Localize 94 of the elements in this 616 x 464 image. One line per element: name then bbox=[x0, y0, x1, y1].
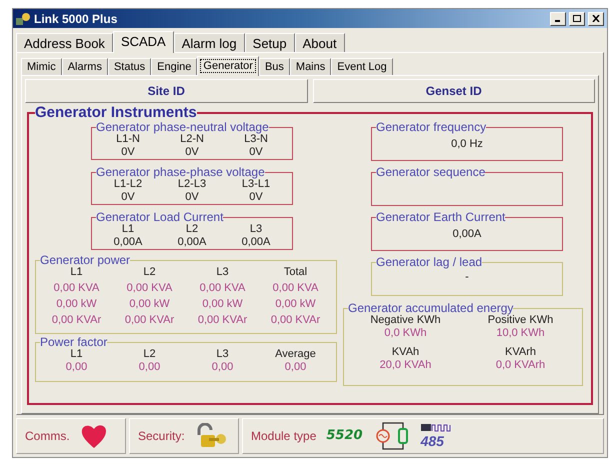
group-title: Generator phase-neutral voltage bbox=[96, 121, 269, 133]
comms-label: Comms. bbox=[25, 428, 70, 445]
column-header: L2 bbox=[142, 348, 157, 361]
power-value: 0,00 KVAr bbox=[124, 314, 176, 327]
group-title: Generator Earth Current bbox=[376, 211, 506, 223]
id-button[interactable]: Site ID bbox=[25, 79, 308, 103]
module-type-label: Module type bbox=[251, 428, 316, 445]
waveform-icon bbox=[420, 423, 453, 433]
sub-tab[interactable]: Alarms bbox=[62, 58, 108, 75]
phase-value: 0,00A bbox=[114, 236, 142, 249]
main-tab[interactable]: About bbox=[294, 33, 345, 52]
phase-value: 0,00A bbox=[178, 236, 206, 249]
sub-tab[interactable]: Mains bbox=[290, 58, 332, 75]
column-header: L1 bbox=[69, 348, 84, 361]
group-title: Generator frequency bbox=[376, 121, 486, 133]
group-title: Generator Load Current bbox=[96, 211, 224, 223]
protocol-label: 485 bbox=[420, 433, 444, 449]
power-value: 0,00 kW bbox=[55, 298, 98, 311]
phase-label: L1-L2 bbox=[114, 178, 142, 191]
power-factor-value: 0,00 bbox=[138, 361, 162, 374]
group-title: Generator accumulated energy bbox=[348, 302, 514, 314]
minimize-button[interactable] bbox=[550, 12, 566, 26]
window-title: Link 5000 Plus bbox=[34, 10, 118, 28]
power-value: 0,00 KVAr bbox=[270, 314, 322, 327]
phase-label: L2 bbox=[186, 223, 198, 236]
phase-value: 0V bbox=[121, 146, 135, 159]
phase-label: L2-N bbox=[180, 133, 204, 146]
id-button[interactable]: Genset ID bbox=[312, 79, 595, 103]
phase-label: L2-L3 bbox=[178, 178, 206, 191]
power-value: 0,00 KVAr bbox=[196, 314, 248, 327]
column-header: L2 bbox=[142, 266, 157, 279]
close-icon bbox=[592, 15, 600, 22]
group-title: Generator sequence bbox=[376, 166, 486, 178]
phase-label: L3 bbox=[250, 223, 262, 236]
maximize-icon bbox=[573, 15, 581, 22]
column-header: L1 bbox=[69, 266, 84, 279]
reading-value: 0,0 Hz bbox=[451, 138, 483, 151]
heart-icon bbox=[80, 423, 108, 449]
power-value: 0,00 KVAr bbox=[50, 314, 102, 327]
group-title: Generator power bbox=[40, 254, 130, 266]
power-factor-value: 0,00 bbox=[64, 361, 88, 374]
energy-value: 20,0 KVAh bbox=[380, 359, 432, 372]
power-value: 0,00 kW bbox=[274, 298, 317, 311]
phase-value: 0V bbox=[249, 191, 263, 204]
column-header: Total bbox=[282, 266, 308, 279]
sub-tab[interactable]: Event Log bbox=[331, 58, 393, 75]
sub-tab[interactable]: Engine bbox=[151, 58, 198, 75]
module-number: 5520 bbox=[326, 427, 363, 446]
phase-value: 0V bbox=[185, 146, 199, 159]
main-tab[interactable]: Address Book bbox=[16, 33, 113, 52]
main-tab[interactable]: Alarm log bbox=[174, 33, 245, 52]
sub-tab[interactable]: Status bbox=[108, 58, 152, 75]
group-title: Generator lag / lead bbox=[376, 256, 482, 268]
phase-value: 0V bbox=[121, 191, 135, 204]
column-header: L3 bbox=[215, 266, 230, 279]
main-tab[interactable]: SCADA bbox=[112, 31, 174, 53]
energy-value: 0,0 KVArh bbox=[496, 359, 546, 372]
power-value: 0,00 KVA bbox=[198, 282, 246, 295]
phase-label: L1 bbox=[122, 223, 134, 236]
power-value: 0,00 KVA bbox=[126, 282, 174, 295]
energy-value: 0,0 KWh bbox=[384, 327, 427, 340]
sub-tab[interactable]: Mimic bbox=[21, 58, 62, 75]
phase-label: L3-L1 bbox=[242, 178, 270, 191]
reading-value: 0,00A bbox=[452, 228, 482, 241]
power-value: 0,00 KVA bbox=[272, 282, 320, 295]
power-value: 0,00 KVA bbox=[52, 282, 100, 295]
maximize-button[interactable] bbox=[569, 12, 585, 26]
energy-label: Negative KWh bbox=[370, 314, 441, 327]
instruments-title: Generator Instruments bbox=[35, 105, 197, 121]
phase-value: 0,00A bbox=[242, 236, 270, 249]
energy-label: Positive KWh bbox=[488, 314, 554, 327]
energy-label: KVArh bbox=[505, 346, 536, 359]
close-button[interactable] bbox=[588, 12, 604, 26]
phase-label: L3-N bbox=[244, 133, 268, 146]
phase-value: 0V bbox=[249, 146, 263, 159]
sub-tab[interactable]: Generator bbox=[197, 56, 259, 76]
power-factor-value: 0,00 bbox=[284, 361, 308, 374]
energy-value: 10,0 KWh bbox=[496, 327, 545, 340]
column-header: L3 bbox=[215, 348, 230, 361]
energy-label: KVAh bbox=[392, 346, 420, 359]
app-icon bbox=[16, 12, 31, 26]
group-title: Generator phase-phase voltage bbox=[96, 166, 265, 178]
power-value: 0,00 kW bbox=[201, 298, 244, 311]
phase-value: 0V bbox=[185, 191, 199, 204]
reading-value: - bbox=[465, 271, 469, 284]
sub-tab[interactable]: Bus bbox=[258, 58, 290, 75]
group-title: Power factor bbox=[40, 336, 108, 348]
power-value: 0,00 kW bbox=[128, 298, 171, 311]
padlock-icon bbox=[194, 423, 227, 449]
main-tab[interactable]: Setup bbox=[244, 33, 295, 52]
phase-label: L1-N bbox=[116, 133, 140, 146]
security-label: Security: bbox=[138, 428, 185, 445]
power-factor-value: 0,00 bbox=[210, 361, 234, 374]
column-header: Average bbox=[274, 348, 317, 361]
